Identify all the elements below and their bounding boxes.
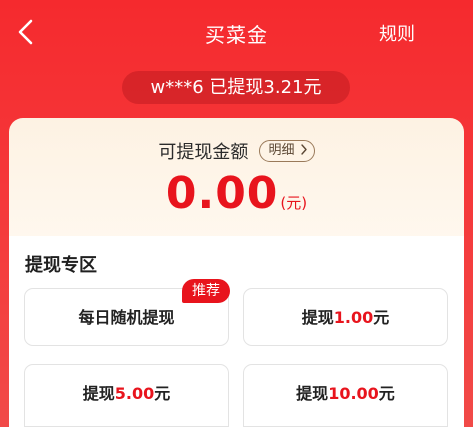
balance-card: 可提现金额 明细 0.00 (元) (9, 118, 464, 248)
balance-label: 可提现金额 (158, 142, 249, 163)
withdraw-panel: 提现专区 每日随机提现 提现1.00元 提现5.00元 提现10.00元 (9, 236, 464, 427)
detail-label: 明细 (268, 143, 295, 158)
option-amount: 10.00 (328, 384, 379, 403)
withdraw-option-10[interactable]: 提现10.00元 (243, 364, 448, 427)
withdraw-option-1[interactable]: 提现1.00元 (243, 288, 448, 346)
option-amount: 5.00 (114, 384, 155, 403)
option-unit: 元 (154, 384, 171, 403)
balance-amount: 0.00 (165, 168, 279, 219)
option-amount: 1.00 (333, 308, 374, 327)
header-bar: 买菜金 规则 (0, 0, 473, 64)
option-label: 提现 (82, 384, 115, 403)
option-unit: 元 (378, 384, 395, 403)
section-title: 提现专区 (25, 255, 97, 276)
chevron-right-icon (300, 144, 307, 155)
withdraw-option-5[interactable]: 提现5.00元 (24, 364, 229, 427)
amount-row: 0.00 (元) (9, 168, 464, 219)
option-label: 提现 (296, 384, 329, 403)
recommend-badge: 推荐 (182, 279, 230, 303)
rules-link[interactable]: 规则 (379, 20, 415, 46)
option-unit: 元 (373, 308, 390, 327)
option-label: 每日随机提现 (78, 308, 175, 327)
balance-label-row: 可提现金额 明细 (9, 138, 464, 164)
detail-button[interactable]: 明细 (259, 140, 315, 162)
balance-unit: (元) (280, 194, 308, 212)
withdraw-notice: w***6 已提现3.21元 (122, 71, 350, 104)
option-label: 提现 (301, 308, 334, 327)
